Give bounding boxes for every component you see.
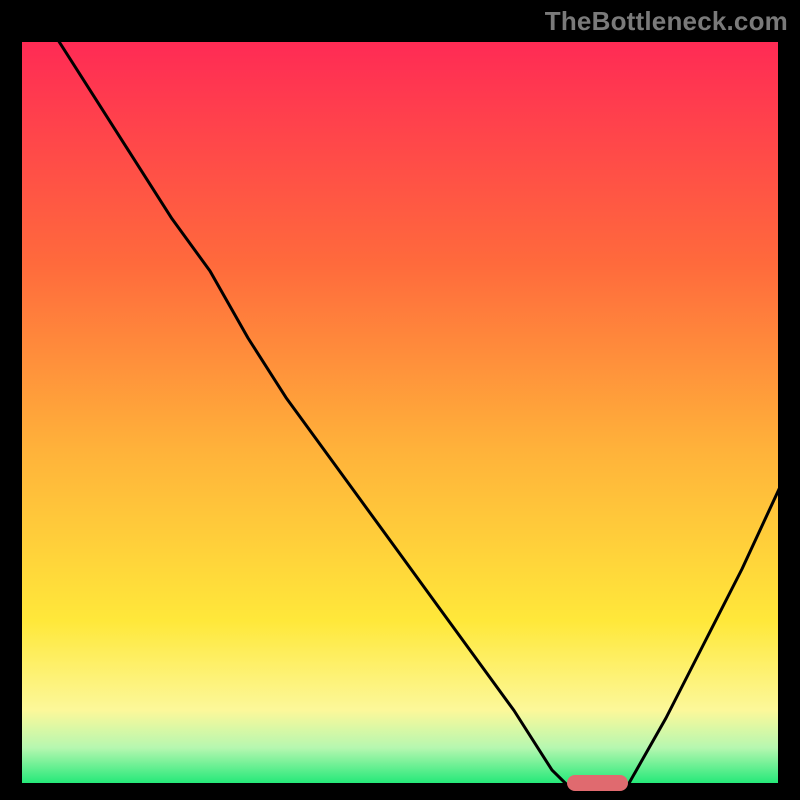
optimal-range-marker <box>567 775 628 791</box>
chart-background <box>20 40 780 785</box>
watermark-text: TheBottleneck.com <box>545 6 788 37</box>
bottleneck-chart <box>20 40 780 785</box>
chart-frame <box>20 40 780 785</box>
